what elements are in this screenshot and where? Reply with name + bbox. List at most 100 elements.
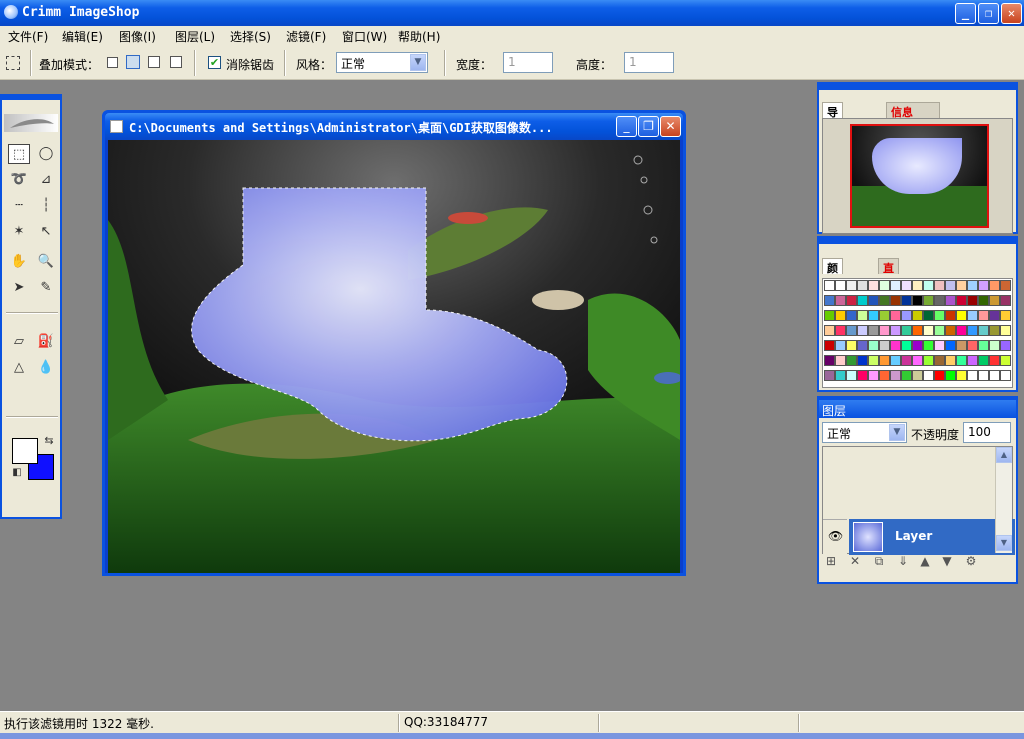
scroll-down-icon[interactable]: ▼ xyxy=(996,535,1012,551)
palette-swatch[interactable] xyxy=(978,280,989,291)
menu-window[interactable]: 窗口(W) xyxy=(342,28,387,45)
palette-swatch[interactable] xyxy=(835,280,846,291)
palette-swatch[interactable] xyxy=(934,340,945,351)
palette-swatch[interactable] xyxy=(934,355,945,366)
palette-swatch[interactable] xyxy=(934,370,945,381)
palette-swatch[interactable] xyxy=(945,370,956,381)
palette-swatch[interactable] xyxy=(1000,310,1011,321)
navigator-viewport[interactable] xyxy=(850,124,989,228)
chevron-down-icon[interactable]: ▼ xyxy=(889,424,905,441)
palette-swatch[interactable] xyxy=(879,295,890,306)
palette-swatch[interactable] xyxy=(923,340,934,351)
palette-swatch[interactable] xyxy=(857,340,868,351)
palette-swatch[interactable] xyxy=(857,310,868,321)
palette-swatch[interactable] xyxy=(912,355,923,366)
blur-tool-icon[interactable]: 💧 xyxy=(35,358,57,378)
palette-swatch[interactable] xyxy=(945,355,956,366)
eraser-tool-icon[interactable]: ▱ xyxy=(8,332,30,352)
palette-swatch[interactable] xyxy=(989,280,1000,291)
palette-swatch[interactable] xyxy=(868,280,879,291)
palette-swatch[interactable] xyxy=(1000,325,1011,336)
palette-swatch[interactable] xyxy=(912,370,923,381)
palette-swatch[interactable] xyxy=(846,325,857,336)
palette-swatch[interactable] xyxy=(978,295,989,306)
palette-swatch[interactable] xyxy=(978,325,989,336)
palette-swatch[interactable] xyxy=(912,340,923,351)
palette-swatch[interactable] xyxy=(824,370,835,381)
palette-swatch[interactable] xyxy=(923,325,934,336)
minimize-button[interactable]: _ xyxy=(955,3,976,24)
image-canvas[interactable] xyxy=(108,140,680,573)
palette-swatch[interactable] xyxy=(824,340,835,351)
palette-swatch[interactable] xyxy=(857,280,868,291)
palette-swatch[interactable] xyxy=(978,340,989,351)
palette-swatch[interactable] xyxy=(835,355,846,366)
palette-swatch[interactable] xyxy=(868,310,879,321)
intersect-selection-icon[interactable] xyxy=(170,56,182,68)
palette-swatch[interactable] xyxy=(1000,355,1011,366)
merge-layer-icon[interactable]: ⇓ xyxy=(895,553,911,569)
palette-swatch[interactable] xyxy=(879,310,890,321)
palette-swatch[interactable] xyxy=(824,310,835,321)
duplicate-layer-icon[interactable]: ⧉ xyxy=(871,553,887,569)
palette-swatch[interactable] xyxy=(923,355,934,366)
palette-swatch[interactable] xyxy=(1000,280,1011,291)
palette-swatch[interactable] xyxy=(879,280,890,291)
palette-swatch[interactable] xyxy=(923,310,934,321)
palette-swatch[interactable] xyxy=(989,310,1000,321)
menu-layer[interactable]: 图层(L) xyxy=(175,28,215,45)
height-input[interactable]: 1 xyxy=(624,52,674,73)
palette-swatch[interactable] xyxy=(901,340,912,351)
palette-swatch[interactable] xyxy=(901,355,912,366)
doc-minimize-button[interactable]: _ xyxy=(616,116,637,137)
menu-image[interactable]: 图像(I) xyxy=(119,28,156,45)
scroll-up-icon[interactable]: ▲ xyxy=(996,447,1012,463)
palette-swatch[interactable] xyxy=(824,355,835,366)
palette-swatch[interactable] xyxy=(890,325,901,336)
palette-swatch[interactable] xyxy=(945,340,956,351)
tab-histogram[interactable]: 直方图 xyxy=(878,258,899,307)
menu-edit[interactable]: 编辑(E) xyxy=(62,28,103,45)
palette-swatch[interactable] xyxy=(846,280,857,291)
tab-color[interactable]: 颜色 xyxy=(822,258,843,291)
palette-swatch[interactable] xyxy=(989,370,1000,381)
palette-swatch[interactable] xyxy=(912,325,923,336)
palette-swatch[interactable] xyxy=(890,310,901,321)
palette-swatch[interactable] xyxy=(923,295,934,306)
palette-swatch[interactable] xyxy=(835,340,846,351)
palette-swatch[interactable] xyxy=(945,310,956,321)
palette-swatch[interactable] xyxy=(956,310,967,321)
palette-swatch[interactable] xyxy=(890,280,901,291)
palette-swatch[interactable] xyxy=(868,325,879,336)
palette-swatch[interactable] xyxy=(868,370,879,381)
palette-swatch[interactable] xyxy=(956,355,967,366)
palette-swatch[interactable] xyxy=(901,310,912,321)
paint-bucket-tool-icon[interactable]: ⛽ xyxy=(35,332,57,352)
palette-swatch[interactable] xyxy=(1000,340,1011,351)
palette-swatch[interactable] xyxy=(868,355,879,366)
palette-swatch[interactable] xyxy=(901,370,912,381)
palette-swatch[interactable] xyxy=(890,370,901,381)
move-layer-up-icon[interactable]: ▲ xyxy=(917,553,933,569)
palette-swatch[interactable] xyxy=(890,295,901,306)
eye-icon[interactable]: 👁 xyxy=(828,529,843,543)
new-selection-icon[interactable] xyxy=(107,57,118,68)
palette-swatch[interactable] xyxy=(1000,370,1011,381)
palette-swatch[interactable] xyxy=(989,325,1000,336)
palette-swatch[interactable] xyxy=(857,370,868,381)
eyedropper-tool-icon[interactable]: ✎ xyxy=(35,278,57,298)
palette-swatch[interactable] xyxy=(956,325,967,336)
chevron-down-icon[interactable]: ▼ xyxy=(410,54,426,71)
palette-swatch[interactable] xyxy=(956,280,967,291)
palette-swatch[interactable] xyxy=(967,355,978,366)
palette-swatch[interactable] xyxy=(857,325,868,336)
palette-swatch[interactable] xyxy=(934,325,945,336)
palette-swatch[interactable] xyxy=(934,295,945,306)
polygon-lasso-tool-icon[interactable]: ⊿ xyxy=(35,170,57,190)
palette-swatch[interactable] xyxy=(956,295,967,306)
palette-swatch[interactable] xyxy=(901,325,912,336)
doc-maximize-button[interactable]: ❐ xyxy=(638,116,659,137)
antialias-checkbox[interactable]: ✔ xyxy=(208,56,221,69)
default-colors-icon[interactable]: ◧ xyxy=(10,466,24,480)
palette-swatch[interactable] xyxy=(967,340,978,351)
